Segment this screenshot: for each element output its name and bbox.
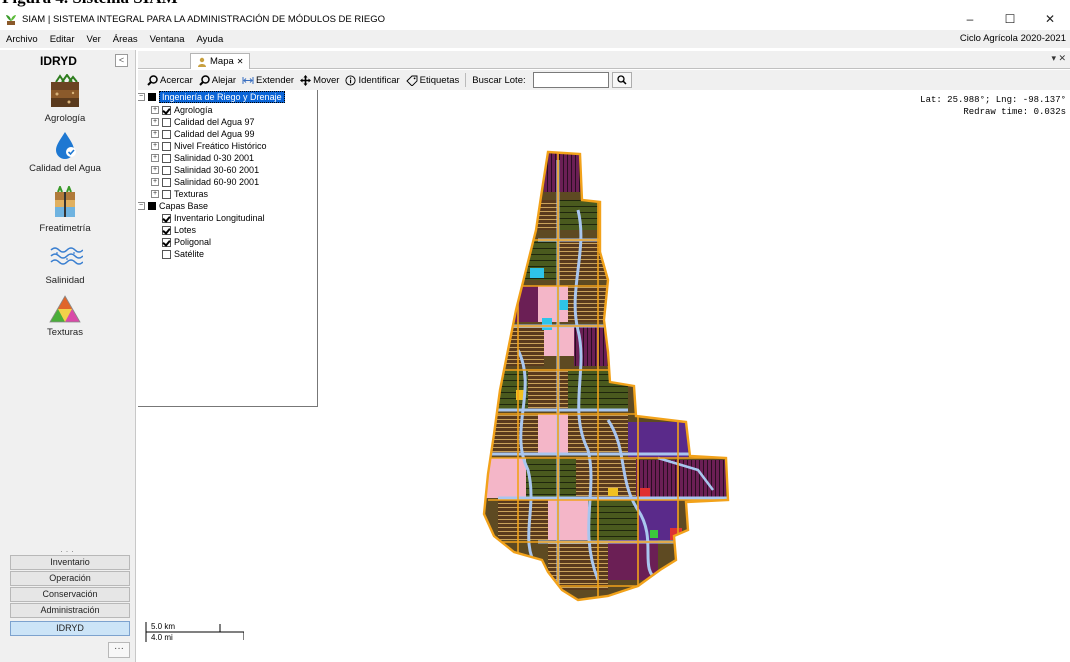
sidebar-item-salinidad[interactable]: Salinidad (0, 242, 130, 286)
menu-ventana[interactable]: Ventana (144, 34, 191, 45)
sidebar-item-texturas[interactable]: Texturas (0, 294, 130, 338)
move-cross-icon (300, 74, 312, 86)
menu-areas[interactable]: Áreas (107, 34, 144, 45)
magnifier-icon (147, 74, 158, 86)
tab-mapa[interactable]: Mapa ✕ (190, 53, 251, 69)
search-lot-label: Buscar Lote: (472, 74, 526, 86)
identify-button[interactable]: Identificar (342, 75, 402, 86)
toolbar-separator (465, 73, 467, 87)
more-button[interactable]: ··· (108, 642, 130, 658)
sidebar-item-freatimetria[interactable]: Freatimetría (0, 186, 130, 234)
nav-inventario-button[interactable]: Inventario (10, 555, 130, 570)
nav-conservacion-button[interactable]: Conservación (10, 587, 130, 602)
tab-bar: Mapa ✕ ▾ ✕ (138, 51, 1070, 69)
close-button[interactable]: ✕ (1030, 8, 1070, 30)
tab-close-icon[interactable]: ✕ (237, 57, 244, 66)
sidebar-item-label: Agrología (44, 113, 86, 124)
sidebar-item-label: Texturas (47, 327, 83, 338)
sidebar-item-label: Freatimetría (39, 223, 91, 234)
search-lot-button[interactable] (611, 72, 632, 88)
menu-ayuda[interactable]: Ayuda (190, 34, 229, 45)
map-canvas[interactable]: − Ingeniería de Riego y Drenaje + Agrologí… (138, 90, 1070, 662)
sidebar: IDRYD < Agrología Calidad del Agua Freat… (0, 50, 136, 662)
map-user-icon (198, 57, 206, 67)
title-bar: SIAM | SISTEMA INTEGRAL PARA LA ADMINIST… (0, 8, 1070, 30)
scale-km-label: 5.0 km (151, 622, 176, 631)
tab-list-dropdown[interactable]: ▾ ✕ (1051, 53, 1066, 64)
minimize-button[interactable]: – (950, 8, 990, 30)
sidebar-item-agrologia[interactable]: Agrología (0, 74, 130, 124)
sidebar-title: IDRYD (40, 54, 77, 68)
menu-archivo[interactable]: Archivo (0, 34, 44, 45)
labels-button[interactable]: Etiquetas (403, 75, 463, 86)
magnifier-icon (199, 74, 210, 86)
irrigation-district-map (482, 150, 730, 602)
texture-triangle-icon (49, 295, 81, 323)
nav-idryd-button[interactable]: IDRYD (10, 621, 130, 636)
map-toolbar: Acercar Alejar Extender Mover Identifica… (138, 70, 1070, 90)
zoom-in-button[interactable]: Acercar (144, 75, 196, 86)
maximize-button[interactable]: ☐ (990, 8, 1030, 30)
scale-mi-label: 4.0 mi (151, 633, 173, 642)
water-drop-icon (56, 132, 76, 159)
pan-button[interactable]: Mover (297, 74, 342, 86)
cycle-label: Ciclo Agrícola 2020-2021 (959, 33, 1066, 44)
water-table-icon (55, 186, 75, 217)
collapse-sidebar-button[interactable]: < (115, 54, 128, 67)
sidebar-item-label: Calidad del Agua (29, 163, 101, 174)
zoom-out-button[interactable]: Alejar (196, 75, 239, 86)
app-plant-icon (6, 15, 16, 25)
extend-button[interactable]: Extender (239, 75, 297, 86)
tag-icon (406, 75, 418, 86)
soil-layers-icon (51, 74, 79, 107)
sidebar-item-label: Salinidad (45, 275, 85, 286)
menu-ver[interactable]: Ver (81, 34, 107, 45)
tab-label: Mapa (210, 56, 234, 67)
sidebar-header: IDRYD < (4, 53, 132, 69)
nav-administracion-button[interactable]: Administración (10, 603, 130, 618)
search-lot-input[interactable] (532, 72, 609, 88)
extend-arrows-icon (242, 76, 254, 84)
nav-operacion-button[interactable]: Operación (10, 571, 130, 586)
sidebar-item-calidad-agua[interactable]: Calidad del Agua (0, 130, 130, 174)
info-circle-icon (345, 74, 357, 86)
menu-bar: Archivo Editar Ver Áreas Ventana Ayuda C… (0, 30, 1070, 48)
menu-editar[interactable]: Editar (44, 34, 81, 45)
search-icon (616, 75, 627, 85)
window-title: SIAM | SISTEMA INTEGRAL PARA LA ADMINIST… (22, 13, 386, 25)
salinity-waves-icon (50, 247, 83, 265)
document-caption: Figura 4. Sistema SIAM (0, 0, 1070, 8)
